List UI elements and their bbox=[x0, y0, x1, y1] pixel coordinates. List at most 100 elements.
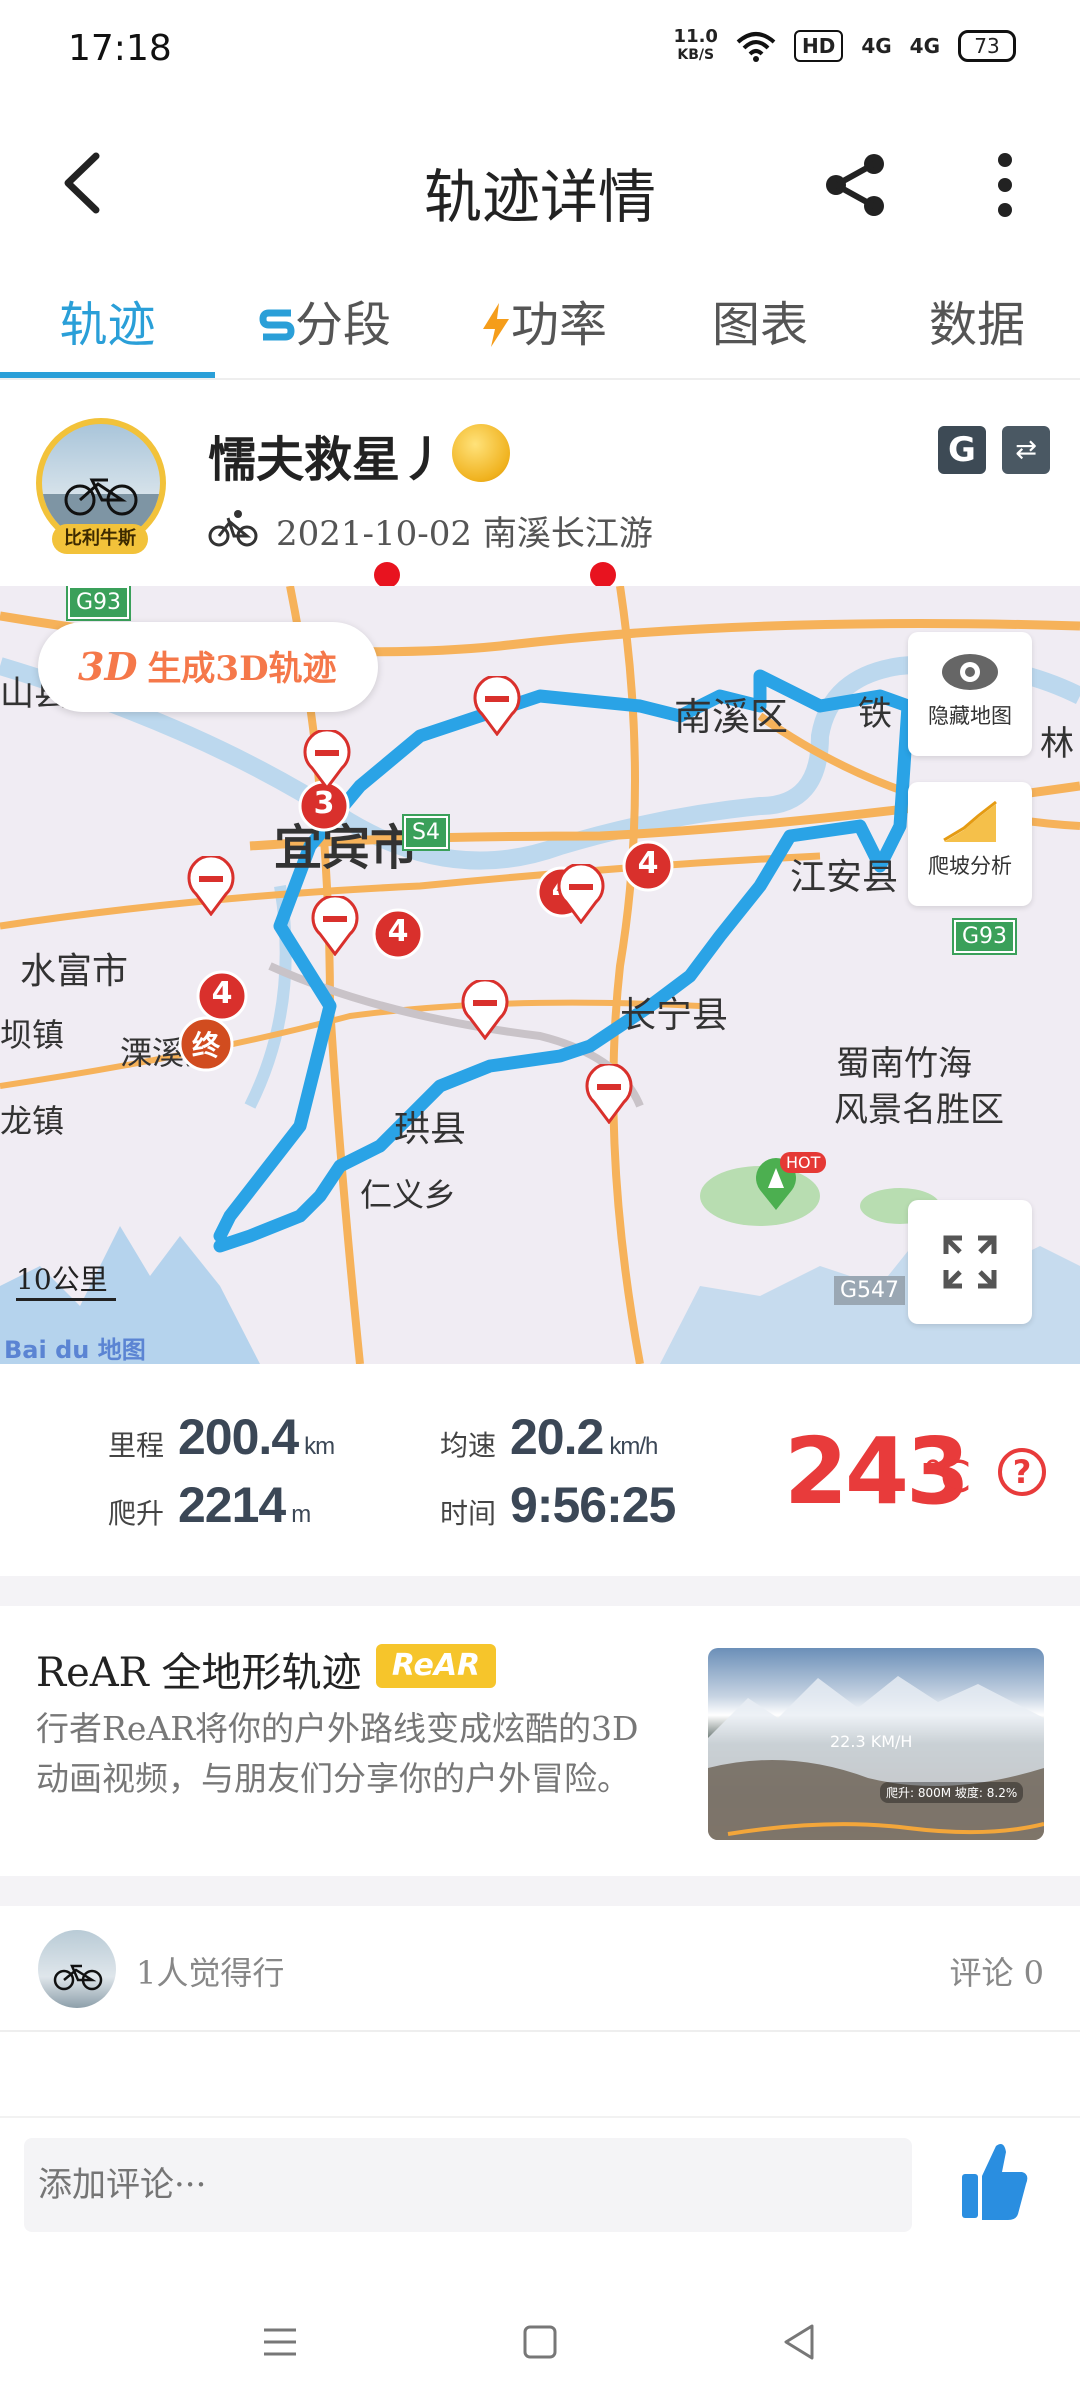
net-speed-unit: KB/S bbox=[677, 47, 715, 63]
map-label-gongxian: 珙县 bbox=[394, 1109, 467, 1150]
no-entry-pin-icon-4 bbox=[311, 896, 359, 956]
generate-3d-prefix: 3D bbox=[78, 644, 138, 689]
marker-4-b-label: 4 bbox=[637, 846, 659, 881]
tab-data-label: 数据 bbox=[928, 297, 1025, 353]
medal-icon[interactable] bbox=[452, 424, 510, 482]
avg-speed-value: 20.2 km/h bbox=[510, 1409, 658, 1465]
lightning-icon bbox=[482, 303, 509, 347]
marker-4-d-label: 4 bbox=[211, 976, 233, 1011]
system-nav-bar bbox=[0, 2290, 1080, 2400]
marker-4-b[interactable]: 4 bbox=[622, 840, 674, 896]
battery-icon: 73 bbox=[958, 30, 1016, 62]
no-entry-pin-icon-7 bbox=[303, 730, 351, 790]
map-label-nanxi: 南溪区 bbox=[674, 695, 789, 739]
net-speed-value: 11.0 bbox=[673, 26, 718, 47]
eye-icon bbox=[942, 654, 998, 690]
liker-avatar[interactable] bbox=[38, 1930, 116, 2008]
no-entry-pin-icon-6 bbox=[585, 1064, 633, 1124]
hot-badge: HOT bbox=[780, 1152, 827, 1173]
climb-value: 2214 m bbox=[178, 1477, 311, 1533]
map-label-jiangan: 江安县 bbox=[790, 857, 899, 898]
avg-speed-label: 均速 bbox=[440, 1429, 497, 1462]
page-title: 轨迹详情 bbox=[423, 163, 656, 231]
signal-4g-1: 4G bbox=[861, 34, 892, 58]
time-label: 时间 bbox=[440, 1497, 497, 1530]
tab-power-dot bbox=[590, 562, 616, 588]
marker-4-c-label: 4 bbox=[387, 914, 409, 949]
status-icons: 11.0 KB/S HD 4G 4G 73 bbox=[674, 28, 1016, 64]
climb-analysis-button[interactable]: 爬坡分析 bbox=[908, 782, 1032, 906]
tab-track[interactable]: 轨迹 bbox=[0, 280, 215, 380]
comment-input[interactable] bbox=[24, 2138, 912, 2232]
ride-meta: 2021-10-02 南溪长江游 bbox=[276, 514, 653, 554]
road-shield-g93-b: G93 bbox=[951, 918, 1018, 955]
tab-data[interactable]: 数据 bbox=[912, 280, 1042, 380]
rear-speed: 22.3 KM/H bbox=[830, 1732, 913, 1751]
road-shield-s4: S4 bbox=[402, 814, 450, 851]
climb-label: 爬升 bbox=[108, 1497, 165, 1530]
map-label-fengjing: 风景名胜区 bbox=[834, 1090, 1004, 1130]
help-icon[interactable]: ? bbox=[998, 1448, 1046, 1496]
strava-badge-icon[interactable]: ⇄ bbox=[1002, 426, 1050, 474]
no-entry-pin-icon-5 bbox=[461, 980, 509, 1040]
map-label-tie: 铁 bbox=[858, 694, 892, 734]
map-label-changning: 长宁县 bbox=[620, 995, 729, 1036]
rear-climb-stats: 爬升: 800M 坡度: 8.2% bbox=[880, 1782, 1024, 1803]
more-vertical-icon[interactable] bbox=[980, 150, 1030, 220]
tab-power[interactable]: 功率 bbox=[474, 280, 614, 380]
no-entry-pin-icon-2 bbox=[187, 856, 235, 916]
tab-charts[interactable]: 图表 bbox=[700, 280, 820, 380]
tab-bar: 轨迹 分段 功率 图表 数据 bbox=[0, 280, 1080, 588]
input-bar-divider bbox=[0, 2116, 1080, 2118]
calorie-unit: ℃ bbox=[922, 1452, 972, 1503]
likes-count[interactable]: 1人觉得行 bbox=[136, 1948, 284, 1994]
map-scale-label: 10公里 bbox=[16, 1263, 108, 1296]
generate-3d-button[interactable]: 3D 生成3D轨迹 bbox=[38, 622, 378, 712]
tab-power-label: 功率 bbox=[510, 297, 607, 353]
generate-3d-label: 生成3D轨迹 bbox=[147, 649, 337, 689]
hide-map-label: 隐藏地图 bbox=[928, 704, 1012, 728]
username[interactable]: 懦夫救星丿 bbox=[208, 420, 448, 490]
avatar-badge: 比利牛斯 bbox=[52, 524, 148, 554]
tab-segments[interactable]: 分段 bbox=[250, 280, 400, 380]
bicycle-icon bbox=[208, 510, 258, 547]
clock: 17:18 bbox=[68, 28, 172, 69]
road-shield-g93-a: G93 bbox=[65, 586, 132, 621]
map-label-bazhen: 坝镇 bbox=[0, 1016, 65, 1054]
hd-badge: HD bbox=[793, 30, 844, 62]
distance-label: 里程 bbox=[108, 1429, 165, 1462]
signal-4g-2: 4G bbox=[909, 34, 940, 58]
rear-title[interactable]: ReAR 全地形轨迹 bbox=[36, 1640, 362, 1698]
status-bar: 17:18 11.0 KB/S HD 4G 4G 73 bbox=[0, 0, 1080, 100]
back-triangle-icon[interactable] bbox=[770, 2312, 830, 2372]
tab-track-label: 轨迹 bbox=[59, 297, 156, 353]
map-label-renyi: 仁义乡 bbox=[360, 1176, 457, 1214]
rear-logo: ReAR bbox=[376, 1644, 496, 1688]
bike-photo-icon-small bbox=[53, 1964, 103, 1991]
climb-analysis-label: 爬坡分析 bbox=[928, 854, 1012, 878]
thumbs-up-icon[interactable] bbox=[960, 2138, 1030, 2222]
home-square-icon[interactable] bbox=[510, 2312, 570, 2372]
hide-map-button[interactable]: 隐藏地图 bbox=[908, 632, 1032, 756]
expand-icon bbox=[943, 1235, 997, 1289]
divider-line bbox=[0, 2030, 1080, 2032]
marker-end[interactable]: 终 bbox=[178, 1016, 234, 1076]
map-scale-bar bbox=[16, 1298, 116, 1301]
tab-charts-label: 图表 bbox=[711, 297, 808, 353]
tab-segments-label: 分段 bbox=[294, 297, 391, 353]
share-icon[interactable] bbox=[820, 150, 890, 220]
fullscreen-button[interactable] bbox=[908, 1200, 1032, 1324]
top-app-bar: 轨迹详情 bbox=[0, 120, 1080, 250]
map-label-longzhen: 龙镇 bbox=[0, 1102, 65, 1140]
baidu-map-logo: Bai du 地图 bbox=[4, 1336, 146, 1364]
marker-end-label: 终 bbox=[191, 1029, 220, 1062]
menu-icon[interactable] bbox=[250, 2312, 310, 2372]
garmin-badge-icon[interactable]: G bbox=[938, 426, 986, 474]
road-shield-g547: G547 bbox=[834, 1276, 906, 1305]
segment-s-icon bbox=[259, 309, 295, 341]
section-divider-2 bbox=[0, 1876, 1080, 1906]
marker-4-c[interactable]: 4 bbox=[372, 908, 424, 964]
comments-count[interactable]: 评论 0 bbox=[949, 1948, 1044, 1994]
wifi-icon bbox=[736, 32, 776, 62]
marker-3-label: 3 bbox=[313, 786, 335, 821]
